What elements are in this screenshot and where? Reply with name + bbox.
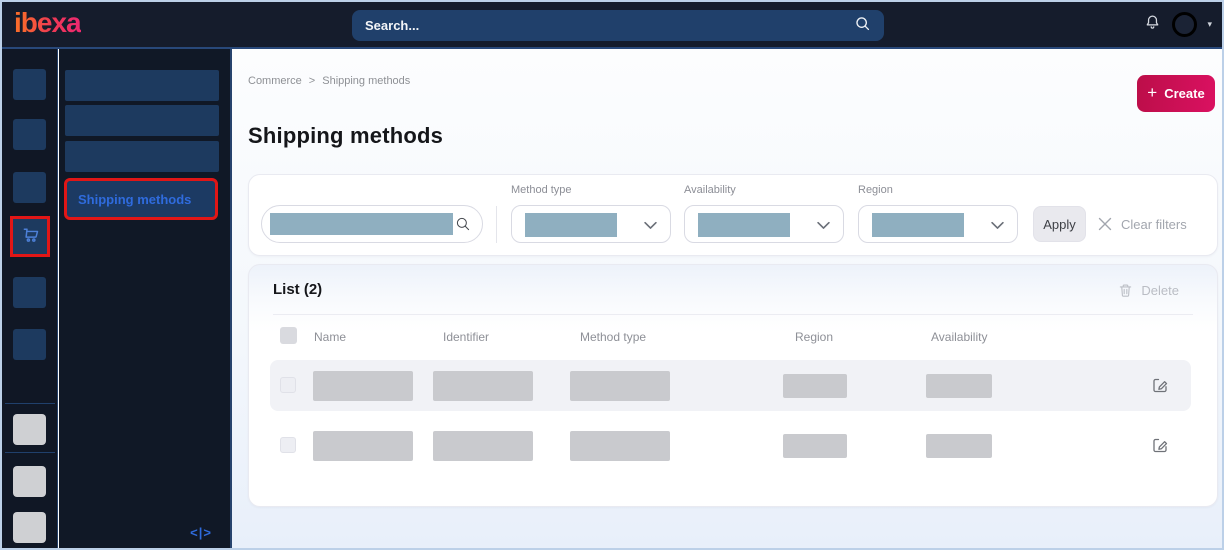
app-logo: ibexa [14,7,82,38]
breadcrumb: Commerce > Shipping methods [248,75,410,87]
delete-button[interactable]: Delete [1118,283,1179,298]
clear-filters-label: Clear filters [1121,216,1187,232]
sidebar-collapse-icon[interactable]: <|> [190,525,212,540]
redacted-cell-region [783,434,847,458]
sidebar-icon-placeholder[interactable] [13,69,46,100]
sidebar-icon-placeholder[interactable] [13,277,46,308]
redacted-cell-region [783,374,847,398]
redacted-cell-availability [926,434,992,458]
app-window: ibexa Search... ▾ Shipping methods <|> C… [0,0,1224,550]
delete-button-label: Delete [1141,283,1179,298]
caret-down-icon[interactable]: ▾ [1207,20,1212,29]
menu-item-placeholder[interactable] [65,105,219,136]
filter-select-availability[interactable] [684,205,844,243]
sidebar-divider [5,452,55,453]
clear-filters-button[interactable]: Clear filters [1098,206,1187,242]
row-checkbox[interactable] [280,377,296,393]
select-all-checkbox[interactable] [280,327,297,344]
filter-label-region: Region [858,184,893,196]
topbar-actions: ▾ [1143,2,1212,47]
redacted-cell-identifier [433,431,533,461]
sidebar-icon-placeholder[interactable] [13,172,46,203]
breadcrumb-separator: > [308,75,316,87]
global-search-input[interactable]: Search... [352,10,884,41]
redacted-select-value [525,213,617,237]
chevron-down-icon [991,221,1004,229]
column-header-region: Region [795,330,834,344]
bell-icon[interactable] [1143,13,1162,37]
sidebar-bottom-icon-placeholder[interactable] [13,414,46,445]
sidebar-divider [5,403,55,404]
edit-row-icon[interactable] [1151,436,1169,459]
column-header-availability: Availability [931,330,988,344]
close-icon [1098,217,1112,231]
column-header-name: Name [314,330,347,344]
menu-item-placeholder[interactable] [65,141,219,172]
apply-button-label: Apply [1043,216,1076,232]
filter-search-input[interactable] [261,205,483,243]
redacted-search-value [270,213,453,235]
search-icon [456,217,470,231]
create-button-label: Create [1164,86,1205,101]
plus-icon: + [1147,83,1158,102]
primary-icon-sidebar [2,49,58,548]
column-header-identifier: Identifier [443,330,490,344]
filter-select-region[interactable] [858,205,1018,243]
chevron-down-icon [817,221,830,229]
redacted-cell-name [313,431,413,461]
apply-button[interactable]: Apply [1033,206,1086,242]
filter-divider [496,206,497,243]
redacted-select-value [872,213,964,237]
column-header-method-type: Method type [580,330,647,344]
table-row [270,420,1191,471]
filter-label-method-type: Method type [511,184,572,196]
sidebar-icon-placeholder[interactable] [13,329,46,360]
trash-icon [1120,284,1132,297]
row-checkbox[interactable] [280,437,296,453]
sidebar-icon-placeholder[interactable] [13,119,46,150]
filter-label-availability: Availability [684,184,736,196]
list-divider [273,314,1193,315]
table-row [270,360,1191,411]
sidebar-bottom-icon-placeholder[interactable] [13,466,46,497]
redacted-cell-method-type [570,371,670,401]
redacted-cell-identifier [433,371,533,401]
breadcrumb-item-commerce[interactable]: Commerce [248,75,302,87]
menu-item-shipping-methods[interactable]: Shipping methods [64,178,218,220]
redacted-cell-method-type [570,431,670,461]
menu-item-placeholder[interactable] [65,70,219,101]
redacted-select-value [698,213,790,237]
edit-row-icon[interactable] [1151,376,1169,399]
sidebar-bottom-icon-placeholder[interactable] [13,512,46,543]
filter-select-method-type[interactable] [511,205,671,243]
list-panel: List (2) Delete Name Identifier Method t… [248,264,1218,507]
shopping-cart-icon [20,224,41,250]
search-icon [854,15,871,37]
list-title: List (2) [273,281,323,298]
main-content: Commerce > Shipping methods + Create Shi… [232,49,1222,548]
chevron-down-icon [644,221,657,229]
topbar: ibexa Search... ▾ [2,2,1222,49]
redacted-cell-name [313,371,413,401]
global-search-placeholder: Search... [365,18,420,33]
page-title: Shipping methods [248,123,444,148]
filters-panel: Method type Availability Region Apply Cl… [248,174,1218,256]
sidebar-item-commerce[interactable] [10,216,50,257]
menu-item-label: Shipping methods [78,191,192,207]
redacted-cell-availability [926,374,992,398]
user-avatar[interactable] [1172,12,1198,37]
create-button[interactable]: + Create [1137,75,1215,112]
breadcrumb-item-current: Shipping methods [322,75,411,87]
secondary-menu-sidebar: Shipping methods <|> [59,49,232,548]
